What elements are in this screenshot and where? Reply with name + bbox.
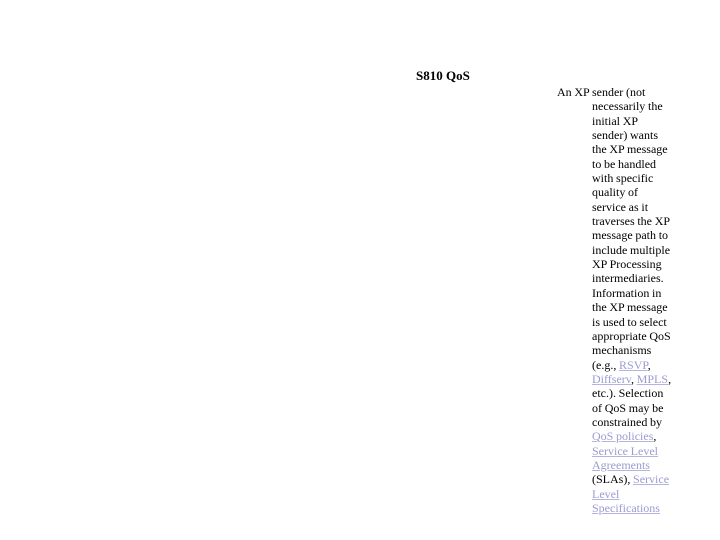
slide-canvas: S810 QoS An XP sender (not necessarily t… xyxy=(0,0,720,540)
body-link[interactable]: MPLS xyxy=(637,372,668,386)
body-link[interactable]: Diffserv xyxy=(592,372,631,386)
body-text-run: An XP sender (not necessarily the initia… xyxy=(557,85,671,372)
page-title: S810 QoS xyxy=(416,68,470,83)
slide-body-text: An XP sender (not necessarily the initia… xyxy=(557,85,673,515)
body-text-run: , xyxy=(653,429,657,444)
body-text-run: , xyxy=(647,357,651,372)
body-link[interactable]: Service Level Agreements xyxy=(592,444,658,472)
body-link[interactable]: RSVP xyxy=(619,358,648,372)
body-text-run: (SLAs), xyxy=(592,472,634,487)
body-paragraph: An XP sender (not necessarily the initia… xyxy=(557,85,673,515)
body-link[interactable]: QoS policies xyxy=(592,429,653,443)
